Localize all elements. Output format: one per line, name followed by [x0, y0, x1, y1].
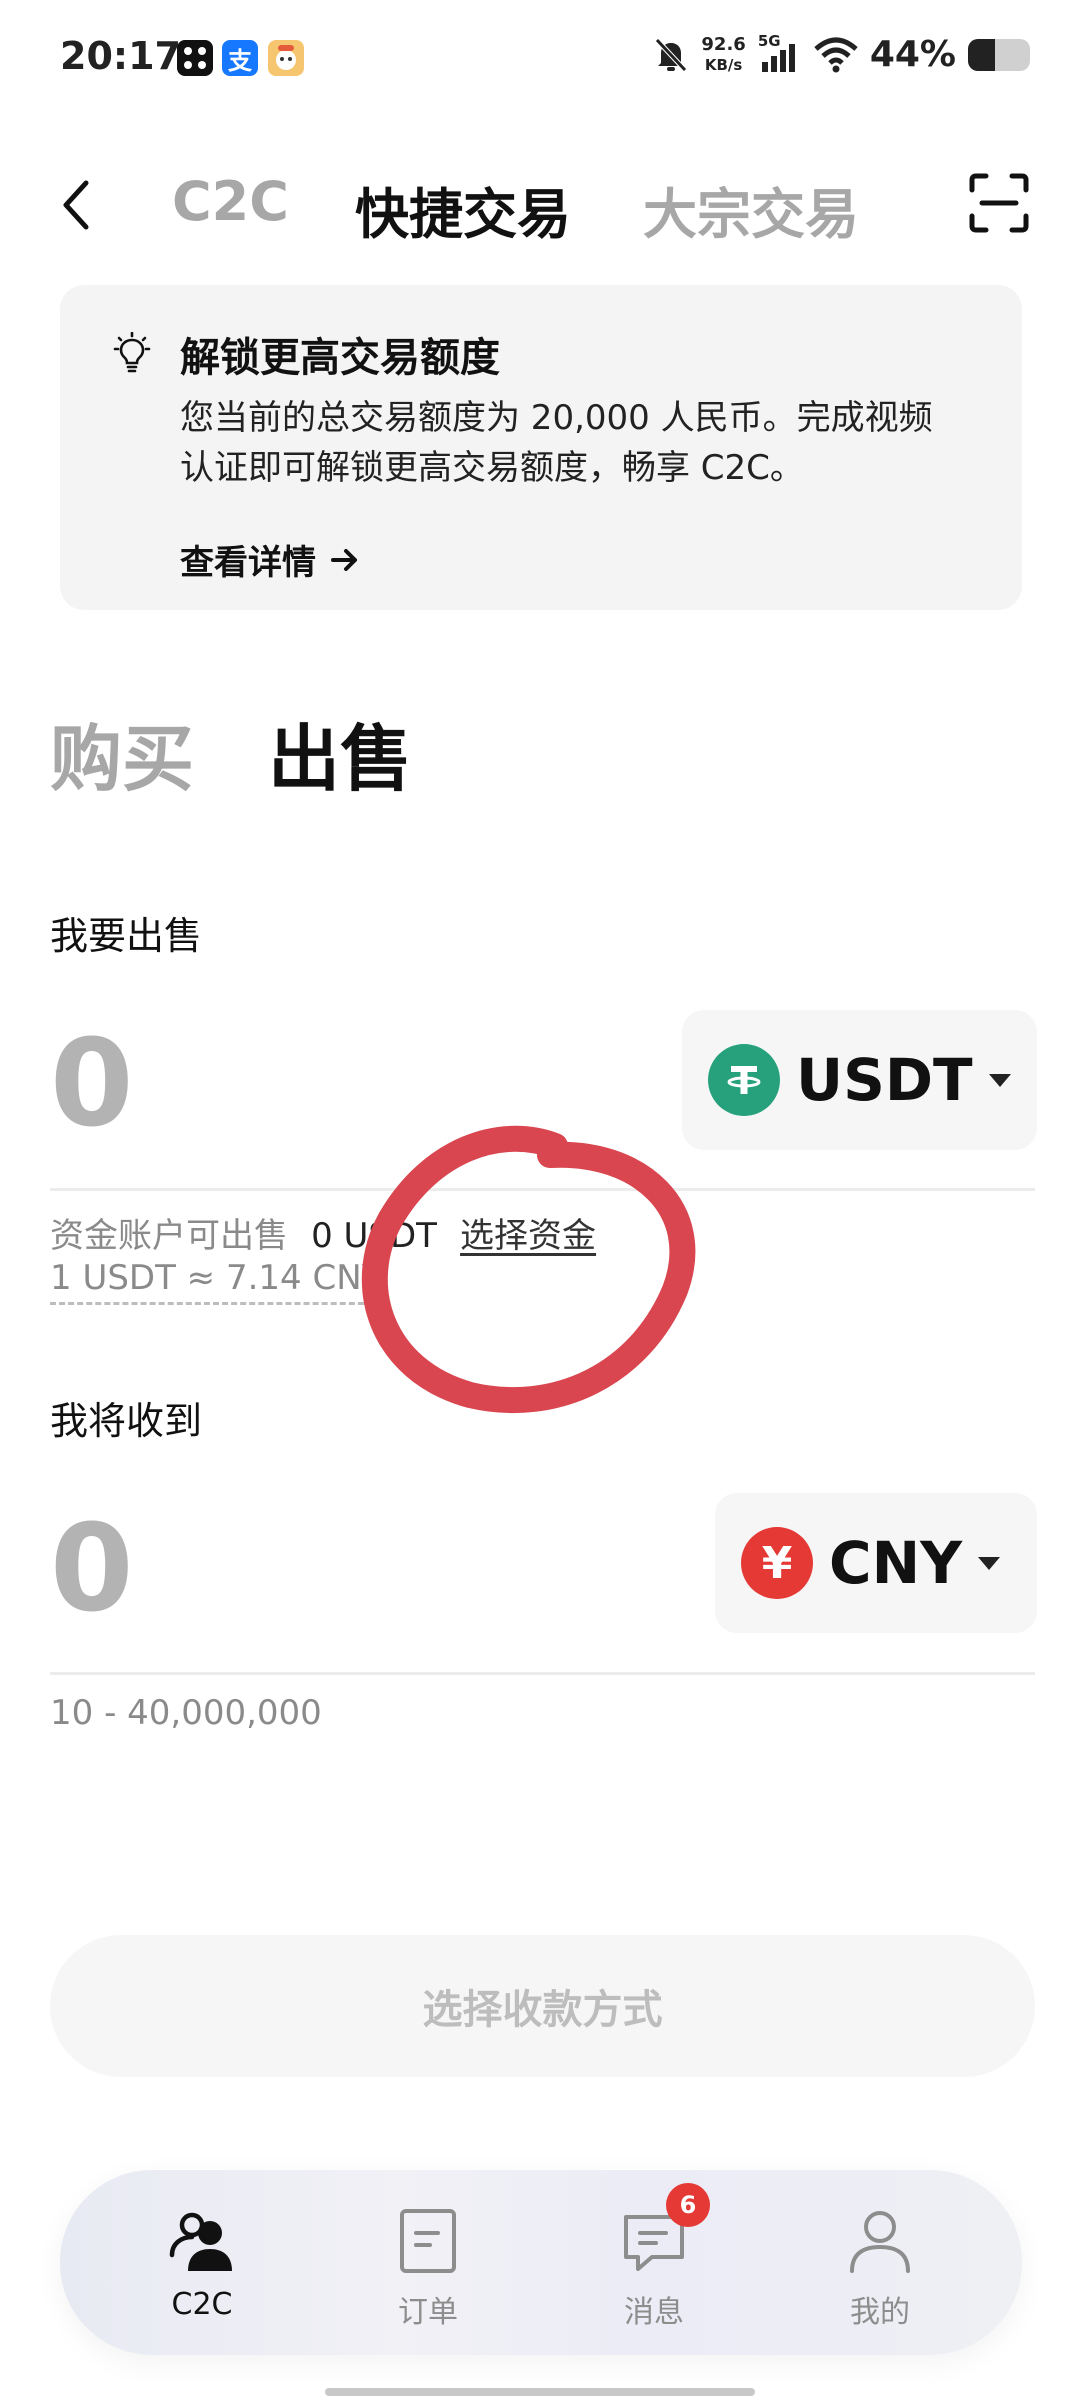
nav-orders[interactable]: 订单 [353, 2205, 503, 2331]
select-payment-method-button[interactable]: 选择收款方式 [50, 1935, 1035, 2077]
battery-icon [968, 38, 1030, 71]
tab-buy[interactable]: 购买 [50, 700, 194, 805]
alipay-icon: 支 [222, 40, 258, 76]
silent-bell-icon [655, 37, 688, 72]
scan-button[interactable] [968, 172, 1030, 234]
caret-down-icon [978, 1556, 1001, 1570]
view-details-link[interactable]: 查看详情 [180, 535, 360, 584]
app-grid-icon [177, 40, 213, 76]
nav-c2c-label: C2C [171, 2287, 233, 2322]
receive-currency-code: CNY [829, 1529, 963, 1597]
sell-currency-select[interactable]: USDT [682, 1010, 1037, 1150]
users-icon [166, 2205, 238, 2277]
notice-body: 您当前的总交易额度为 20,000 人民币。完成视频认证即可解锁更高交易额度，畅… [180, 398, 933, 488]
message-icon: 6 [618, 2183, 710, 2277]
cell-signal-icon: 5G [758, 32, 802, 74]
nav-messages[interactable]: 6 消息 [579, 2183, 729, 2331]
amount-range: 10 - 40,000,000 [50, 1693, 322, 1733]
sell-amount-label: 我要出售 [50, 914, 203, 958]
tab-c2c[interactable]: C2C [172, 170, 289, 233]
chevron-left-icon [63, 180, 89, 230]
arrow-right-icon [331, 548, 357, 571]
nav-profile-label: 我的 [850, 2295, 910, 2330]
lightbulb-icon [113, 332, 151, 373]
tab-sell[interactable]: 出售 [268, 700, 412, 805]
exchange-rate[interactable]: 1 USDT ≈ 7.14 CNY [50, 1258, 383, 1305]
scan-icon [969, 173, 1029, 233]
sell-currency-code: USDT [796, 1046, 973, 1114]
nav-profile[interactable]: 我的 [805, 2205, 955, 2331]
home-indicator[interactable] [325, 2388, 755, 2396]
receive-amount-label: 我将收到 [50, 1399, 203, 1443]
status-time: 20:17 [60, 34, 181, 78]
tab-quick-trade[interactable]: 快捷交易 [355, 170, 571, 249]
nav-c2c[interactable]: C2C [127, 2205, 277, 2322]
receive-amount-input[interactable] [50, 1500, 550, 1639]
message-badge: 6 [666, 2183, 710, 2227]
annotation-circle [361, 1125, 696, 1414]
nav-messages-label: 消息 [624, 2295, 684, 2330]
receive-divider [50, 1672, 1035, 1675]
tab-block-trade[interactable]: 大宗交易 [643, 170, 859, 249]
nav-orders-label: 订单 [398, 2295, 458, 2330]
caret-down-icon [988, 1073, 1011, 1087]
net-speed: 92.6 KB/s [701, 33, 746, 74]
cny-icon: ¥ [741, 1527, 813, 1599]
wifi-icon [814, 37, 858, 72]
back-button[interactable] [52, 175, 102, 235]
document-icon [392, 2205, 464, 2277]
available-label: 资金账户可出售 [50, 1216, 288, 1256]
cartoon-app-icon [268, 40, 304, 76]
view-details-label: 查看详情 [180, 543, 316, 583]
battery-percent: 44% [869, 34, 956, 75]
receive-currency-select[interactable]: ¥ CNY [715, 1493, 1037, 1633]
usdt-icon [708, 1044, 780, 1116]
person-icon [844, 2205, 916, 2277]
notice-title: 解锁更高交易额度 [180, 335, 500, 381]
